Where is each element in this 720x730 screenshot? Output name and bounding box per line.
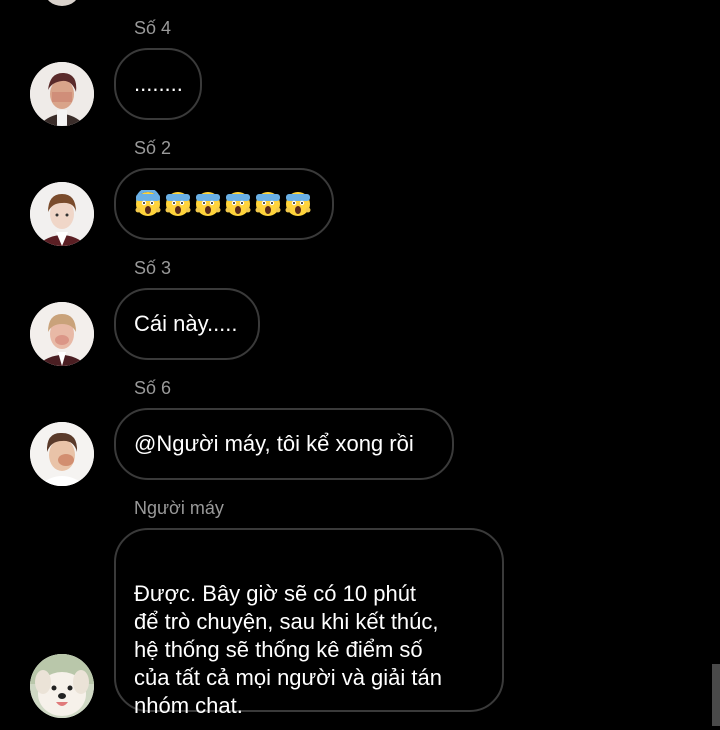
sender-name: Người máy — [134, 498, 224, 518]
scrollbar-thumb[interactable] — [712, 664, 720, 726]
avatar[interactable] — [30, 62, 94, 126]
message-text: Cái này..... — [134, 311, 238, 336]
message-text: ........ — [134, 71, 183, 96]
emoji-row — [134, 190, 312, 218]
face-screaming-in-fear-icon — [195, 192, 221, 216]
sender-name: Số 2 — [134, 138, 172, 158]
sender-name: Số 4 — [134, 18, 172, 38]
sender-name: Số 6 — [134, 378, 172, 398]
chat-message-list[interactable]: Số 4 ........ Số 2 Số 3 Cái này..... Số … — [0, 0, 720, 730]
message-bubble[interactable]: Cái này..... — [114, 288, 260, 360]
message-bubble[interactable]: @Người máy, tôi kể xong rồi — [114, 408, 454, 480]
message-text: Được. Bây giờ sẽ có 10 phút để trò chuyệ… — [134, 581, 442, 718]
avatar[interactable] — [30, 422, 94, 486]
sender-name: Số 3 — [134, 258, 172, 278]
face-screaming-in-fear-icon — [135, 190, 161, 216]
message-bubble[interactable] — [114, 168, 334, 240]
message-text: @Người máy, tôi kể xong rồi — [134, 431, 414, 456]
face-screaming-in-fear-icon — [165, 192, 191, 216]
avatar[interactable] — [30, 182, 94, 246]
avatar[interactable] — [30, 654, 94, 718]
message-bubble[interactable]: ........ — [114, 48, 202, 120]
avatar[interactable] — [30, 302, 94, 366]
avatar[interactable] — [44, 0, 80, 6]
message-bubble[interactable]: Được. Bây giờ sẽ có 10 phút để trò chuyệ… — [114, 528, 504, 718]
face-screaming-in-fear-icon — [285, 192, 311, 216]
face-screaming-in-fear-icon — [225, 192, 251, 216]
face-screaming-in-fear-icon — [255, 192, 281, 216]
